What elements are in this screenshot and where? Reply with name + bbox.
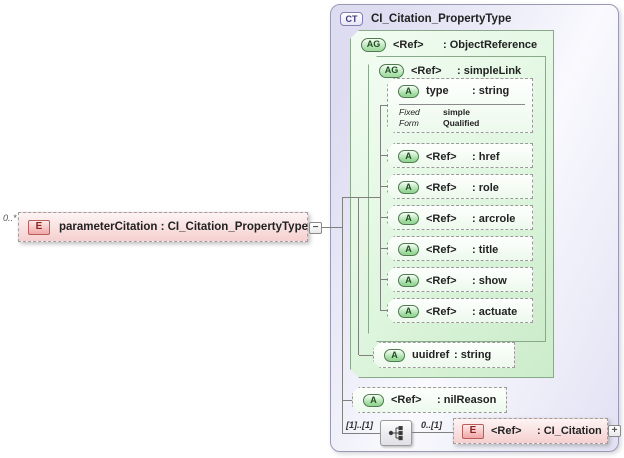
expand-button[interactable]: + — [608, 425, 621, 437]
collapse-button[interactable]: − — [309, 222, 322, 234]
complex-type-header: CT CI_Citation_PropertyType — [331, 5, 618, 26]
schema-diagram: CT CI_Citation_PropertyType AG <Ref> : O… — [0, 0, 624, 458]
attribute-group-badge: AG — [361, 38, 386, 52]
attribute-actuate[interactable]: A <Ref> : actuate — [387, 298, 533, 323]
attribute-type-label: : actuate — [472, 305, 518, 318]
connector-line — [358, 197, 359, 355]
connector-line — [412, 432, 453, 433]
connector-line — [380, 279, 388, 280]
attribute-type-label: : href — [472, 150, 500, 163]
attribute-badge: A — [398, 181, 419, 194]
connector-line — [343, 400, 352, 401]
facet-label: Form — [399, 118, 419, 128]
attribute-header: A <Ref> : actuate — [388, 299, 532, 324]
connector-line — [380, 248, 388, 249]
element-badge: E — [28, 219, 50, 235]
attribute-role[interactable]: A <Ref> : role — [387, 174, 533, 199]
element-cardinality: 0..* — [3, 213, 17, 223]
attribute-name: <Ref> — [426, 305, 457, 318]
attribute-type-label: : string — [472, 85, 510, 97]
element-ci-citation[interactable]: E <Ref> : CI_Citation — [453, 418, 608, 444]
sequence-compositor[interactable] — [380, 420, 412, 446]
connector-line — [359, 355, 373, 356]
attribute-group-type: : ObjectReference — [443, 38, 538, 51]
connector-line — [343, 433, 380, 434]
attribute-header: A <Ref> : arcrole — [388, 206, 532, 231]
attribute-type-label: : nilReason — [437, 394, 497, 406]
attribute-type-label: : arcrole — [472, 212, 516, 225]
attribute-facets: Fixed simple Form Qualified — [399, 104, 525, 128]
sequence-compositor-icon — [388, 426, 403, 441]
attribute-header: A <Ref> : nilReason — [353, 388, 506, 412]
attribute-name: <Ref> — [426, 181, 457, 194]
attribute-group-name: <Ref> — [393, 38, 424, 51]
attribute-type-label: : role — [472, 181, 499, 194]
connector-line — [342, 197, 343, 434]
facet-value: simple — [443, 107, 470, 117]
attribute-group-header: AG <Ref> : simpleLink — [369, 57, 545, 81]
attribute-arcrole[interactable]: A <Ref> : arcrole — [387, 205, 533, 230]
attribute-header: A <Ref> : href — [388, 144, 532, 169]
element-name: <Ref> — [491, 425, 522, 437]
attribute-group-type: : simpleLink — [457, 64, 522, 77]
element-badge: E — [462, 423, 484, 439]
attribute-type-label: : string — [454, 349, 492, 361]
attribute-badge: A — [398, 212, 419, 225]
element-type-label: : CI_Citation — [537, 425, 602, 437]
attribute-badge: A — [363, 394, 384, 407]
attribute-name: <Ref> — [391, 394, 422, 406]
connector-line — [380, 186, 388, 187]
connector-line — [380, 217, 388, 218]
connector-line — [380, 155, 388, 156]
attribute-name: <Ref> — [426, 243, 457, 256]
attribute-href[interactable]: A <Ref> : href — [387, 143, 533, 168]
attribute-group-name: <Ref> — [411, 64, 442, 77]
element-header: E <Ref> : CI_Citation — [454, 419, 607, 443]
connector-line — [343, 197, 380, 198]
attribute-badge: A — [398, 243, 419, 256]
attribute-title[interactable]: A <Ref> : title — [387, 236, 533, 261]
facet-label: Fixed — [399, 107, 420, 117]
attribute-show[interactable]: A <Ref> : show — [387, 267, 533, 292]
attribute-badge: A — [398, 85, 419, 98]
attribute-header: A type : string — [388, 79, 532, 103]
attribute-name: <Ref> — [426, 274, 457, 287]
attribute-badge: A — [384, 349, 405, 362]
attribute-name: <Ref> — [426, 150, 457, 163]
attribute-group-header: AG <Ref> : ObjectReference — [351, 31, 553, 55]
attribute-header: A uuidref : string — [374, 343, 514, 367]
attribute-group-badge: AG — [379, 64, 404, 78]
attribute-header: A <Ref> : show — [388, 268, 532, 293]
attribute-badge: A — [398, 274, 419, 287]
attribute-uuidref[interactable]: A uuidref : string — [373, 342, 515, 368]
element-parametercitation[interactable]: E parameterCitation : CI_Citation_Proper… — [18, 212, 308, 242]
sequence-cardinality-right: 0..[1] — [421, 420, 443, 430]
connector-line — [322, 227, 342, 228]
complex-type-title: CI_Citation_PropertyType — [371, 13, 512, 25]
attribute-header: A <Ref> : role — [388, 175, 532, 200]
connector-line — [380, 310, 388, 311]
attribute-type[interactable]: A type : string Fixed simple Form Qualif… — [387, 78, 533, 133]
attribute-badge: A — [398, 150, 419, 163]
connector-line — [380, 105, 381, 311]
element-label: parameterCitation : CI_Citation_Property… — [59, 221, 309, 233]
sequence-cardinality-left: [1]..[1] — [346, 420, 373, 430]
facet-value: Qualified — [443, 118, 480, 128]
attribute-name: <Ref> — [426, 212, 457, 225]
connector-line — [380, 105, 388, 106]
complex-type-badge: CT — [340, 12, 363, 26]
attribute-badge: A — [398, 305, 419, 318]
attribute-nilreason[interactable]: A <Ref> : nilReason — [352, 387, 507, 413]
attribute-name: type — [426, 85, 449, 97]
attribute-header: A <Ref> : title — [388, 237, 532, 262]
attribute-type-label: : show — [472, 274, 507, 287]
attribute-name: uuidref — [412, 349, 450, 361]
attribute-type-label: : title — [472, 243, 499, 256]
